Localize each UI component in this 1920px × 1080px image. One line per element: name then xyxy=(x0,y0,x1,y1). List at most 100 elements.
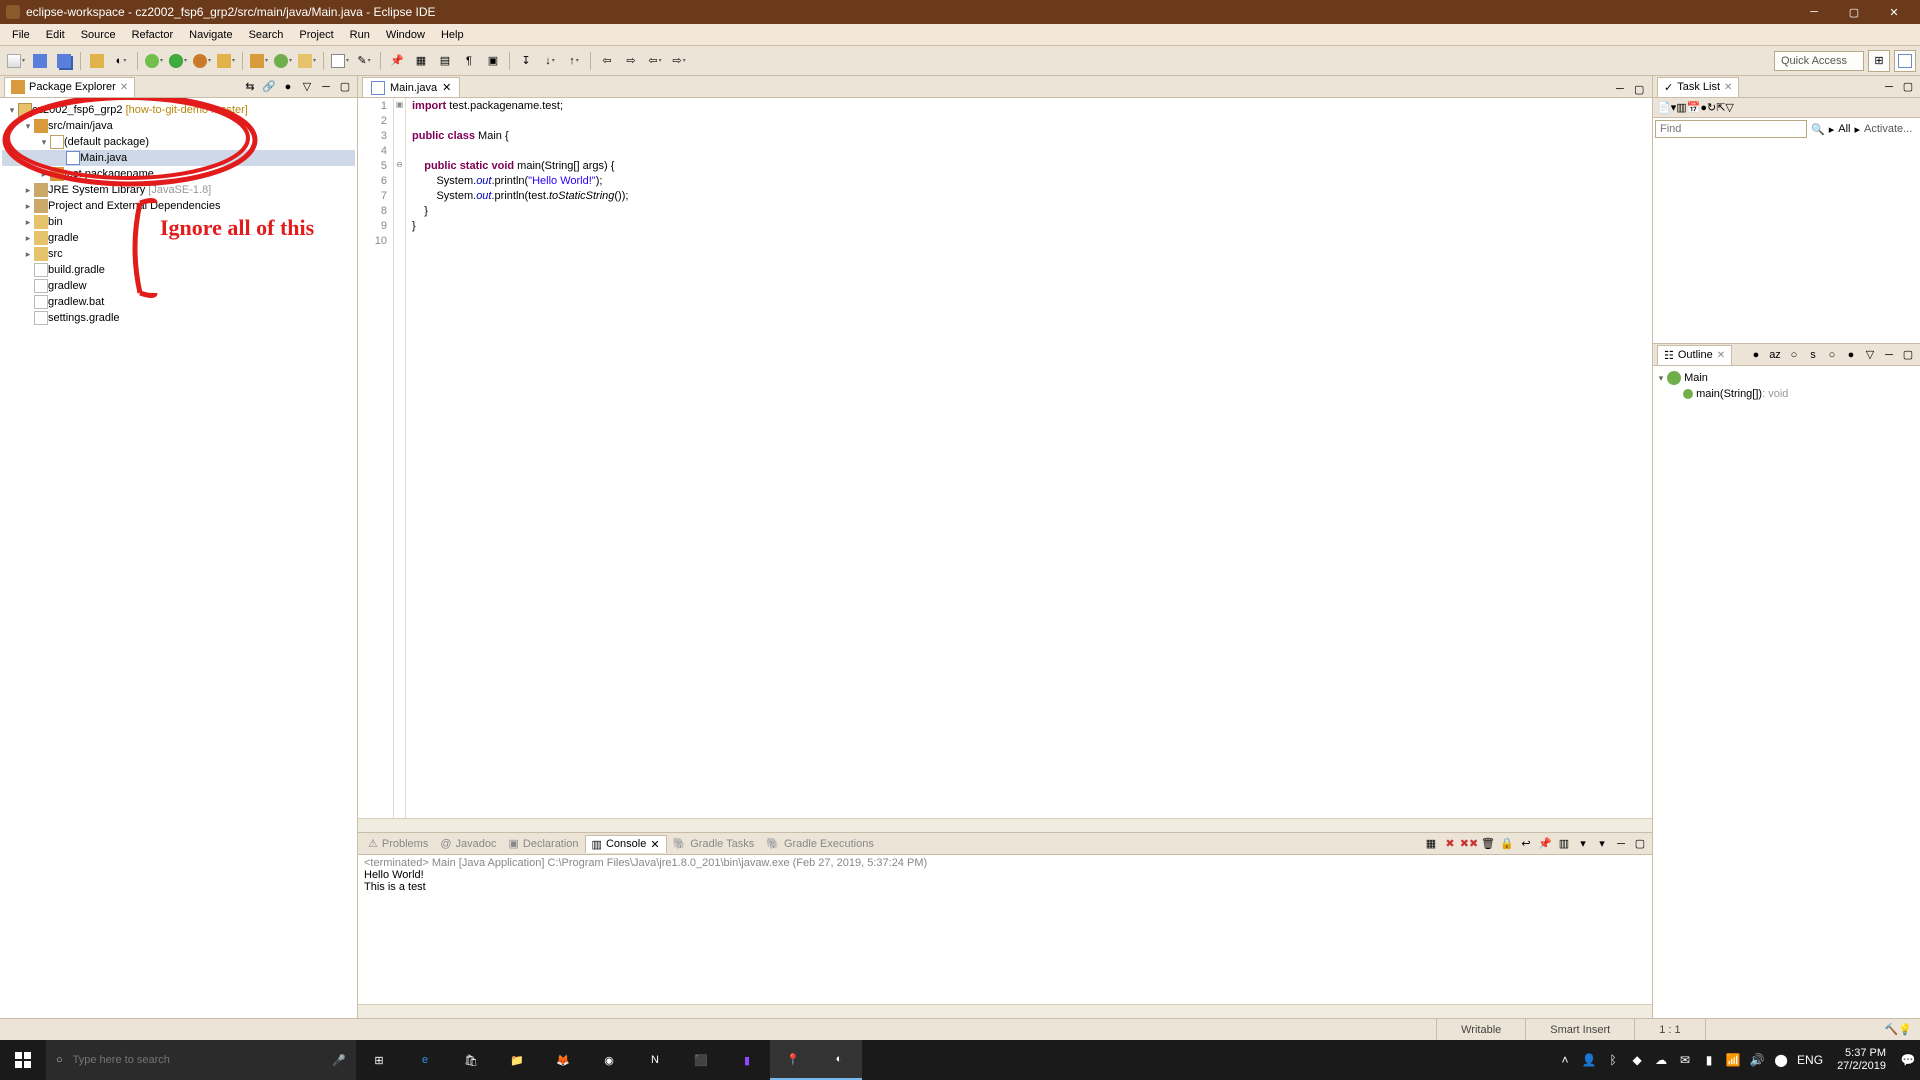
tray-clock[interactable]: 5:37 PM 27/2/2019 xyxy=(1827,1047,1896,1073)
console-wrap-button[interactable]: ↩ xyxy=(1518,836,1534,852)
new-task-button[interactable]: 📄▾ xyxy=(1657,101,1676,114)
sort-button[interactable]: az xyxy=(1767,347,1783,363)
store-icon[interactable]: 🛍 xyxy=(448,1040,494,1080)
tree-bin-row[interactable]: ▸ bin xyxy=(2,214,355,230)
taskbar-search[interactable]: ○ 🎤 xyxy=(46,1040,356,1080)
open-type-button[interactable] xyxy=(297,51,317,71)
package-explorer-tab[interactable]: Package Explorer ✕ xyxy=(4,77,135,97)
location-icon[interactable]: 📍 xyxy=(770,1040,816,1080)
open-perspective-button[interactable]: ⊞ xyxy=(1868,50,1890,72)
hide-fields-button[interactable]: ○ xyxy=(1786,347,1802,363)
save-all-button[interactable] xyxy=(54,51,74,71)
menu-navigate[interactable]: Navigate xyxy=(181,27,240,43)
search-icon[interactable]: 🔍 xyxy=(1811,123,1825,136)
minimize-editor-button[interactable]: ─ xyxy=(1616,83,1630,97)
tab-problems[interactable]: ⚠ Problems xyxy=(362,835,434,852)
minecraft-icon[interactable]: ⬛ xyxy=(678,1040,724,1080)
menu-run[interactable]: Run xyxy=(342,27,378,43)
maximize-editor-button[interactable]: ▢ xyxy=(1634,83,1648,97)
synchronize-button[interactable]: ↻ xyxy=(1707,101,1716,114)
console-new-button[interactable]: ▾ xyxy=(1594,836,1610,852)
minimize-view-button[interactable]: ─ xyxy=(1881,347,1897,363)
show-whitespace-button[interactable]: ¶ xyxy=(459,51,479,71)
notion-icon[interactable]: N xyxy=(632,1040,678,1080)
console-pin-button[interactable]: 📌 xyxy=(1537,836,1553,852)
menu-edit[interactable]: Edit xyxy=(38,27,73,43)
hide-static-button[interactable]: s xyxy=(1805,347,1821,363)
outline-tab[interactable]: ☷ Outline ✕ xyxy=(1657,345,1732,365)
tree-gradlew-row[interactable]: gradlew xyxy=(2,278,355,294)
tasklist-tab[interactable]: ✓ Task List ✕ xyxy=(1657,77,1739,97)
edge-icon[interactable]: e xyxy=(402,1040,448,1080)
tree-testpkg-row[interactable]: ▸ test.packagename xyxy=(2,166,355,182)
pin-button[interactable]: 📌 xyxy=(387,51,407,71)
tray-battery-icon[interactable]: ▮ xyxy=(1697,1040,1721,1080)
chrome-icon[interactable]: ◉ xyxy=(586,1040,632,1080)
minimize-view-button[interactable]: ─ xyxy=(1613,836,1629,852)
debug-button[interactable] xyxy=(144,51,164,71)
maximize-button[interactable]: ▢ xyxy=(1834,0,1874,24)
tree-settings-row[interactable]: settings.gradle xyxy=(2,310,355,326)
link-editor-button[interactable]: 🔗 xyxy=(261,79,277,95)
package-explorer-tree[interactable]: ▾ cz2002_fsp6_grp2 [how-to-git-demo mast… xyxy=(0,98,357,1018)
find-input[interactable] xyxy=(1655,120,1807,138)
minimize-view-button[interactable]: ─ xyxy=(1881,79,1897,95)
menu-file[interactable]: File xyxy=(4,27,38,43)
menu-refactor[interactable]: Refactor xyxy=(124,27,182,43)
status-build-icon[interactable]: 🔨 xyxy=(1885,1023,1899,1036)
collapse-all-button[interactable]: ⇆ xyxy=(242,79,258,95)
view-menu-button[interactable]: ▽ xyxy=(299,79,315,95)
editor-tab-main[interactable]: Main.java ✕ xyxy=(362,77,460,97)
next-ann-button[interactable]: ↓ xyxy=(540,51,560,71)
all-label[interactable]: All xyxy=(1838,123,1850,135)
twitch-icon[interactable]: ▮ xyxy=(724,1040,770,1080)
tree-jre-row[interactable]: ▸ JRE System Library [JavaSE-1.8] xyxy=(2,182,355,198)
tray-location-icon[interactable]: ⬤ xyxy=(1769,1040,1793,1080)
status-tip-icon[interactable]: 💡 xyxy=(1898,1023,1912,1036)
tab-gradle-tasks[interactable]: 🐘 Gradle Tasks xyxy=(667,835,761,852)
new-button[interactable] xyxy=(6,51,26,71)
code-area[interactable]: import test.packagename.test; public cla… xyxy=(406,98,1652,818)
tree-main-file-row[interactable]: Main.java xyxy=(2,150,355,166)
maximize-view-button[interactable]: ▢ xyxy=(1900,79,1916,95)
java-perspective-button[interactable] xyxy=(1894,50,1916,72)
console-clear-button[interactable]: 🗑 xyxy=(1480,836,1496,852)
tab-declaration[interactable]: ▣ Declaration xyxy=(503,835,585,852)
focus-button[interactable]: ● xyxy=(280,79,296,95)
save-button[interactable] xyxy=(30,51,50,71)
menu-help[interactable]: Help xyxy=(433,27,472,43)
outline-class-row[interactable]: ▾ Main xyxy=(1655,370,1918,386)
console-remove-button[interactable]: ✖ xyxy=(1442,836,1458,852)
build-button[interactable] xyxy=(87,51,107,71)
run-last-button[interactable] xyxy=(216,51,236,71)
toggle-block-button[interactable]: ▤ xyxy=(435,51,455,71)
prev-ann-button[interactable]: ↑ xyxy=(564,51,584,71)
forward-button[interactable]: ⇨ xyxy=(621,51,641,71)
menu-window[interactable]: Window xyxy=(378,27,433,43)
tree-srcfolder-row[interactable]: ▾ src/main/java xyxy=(2,118,355,134)
task-view-button[interactable]: ⊞ xyxy=(356,1040,402,1080)
maximize-view-button[interactable]: ▢ xyxy=(1900,347,1916,363)
annotation-button[interactable]: ✎ xyxy=(354,51,374,71)
tree-project-row[interactable]: ▾ cz2002_fsp6_grp2 [how-to-git-demo mast… xyxy=(2,102,355,118)
menu-source[interactable]: Source xyxy=(73,27,124,43)
outline-method-row[interactable]: main(String[]): void xyxy=(1655,386,1918,402)
outline-tree[interactable]: ▾ Main main(String[]): void xyxy=(1653,366,1920,406)
hide-nonpublic-button[interactable]: ○ xyxy=(1824,347,1840,363)
code-editor[interactable]: 12345678910 ▣⊖ import test.packagename.t… xyxy=(358,98,1652,818)
back-button[interactable]: ⇦ xyxy=(597,51,617,71)
focus-button[interactable]: ● xyxy=(1748,347,1764,363)
tray-lang[interactable]: ENG xyxy=(1793,1040,1827,1080)
explorer-icon[interactable]: 📁 xyxy=(494,1040,540,1080)
tray-wifi-icon[interactable]: 📶 xyxy=(1721,1040,1745,1080)
run-button[interactable] xyxy=(168,51,188,71)
hide-button[interactable]: ▽ xyxy=(1725,101,1733,114)
close-icon[interactable]: ✕ xyxy=(1717,350,1725,361)
tray-onedrive-icon[interactable]: ☁ xyxy=(1649,1040,1673,1080)
console-open-button[interactable]: ▾ xyxy=(1575,836,1591,852)
coverage-button[interactable] xyxy=(192,51,212,71)
tree-deps-row[interactable]: ▸ Project and External Dependencies xyxy=(2,198,355,214)
close-button[interactable]: ✕ xyxy=(1874,0,1914,24)
tray-people-icon[interactable]: 👤 xyxy=(1577,1040,1601,1080)
next-button[interactable]: ↧ xyxy=(516,51,536,71)
